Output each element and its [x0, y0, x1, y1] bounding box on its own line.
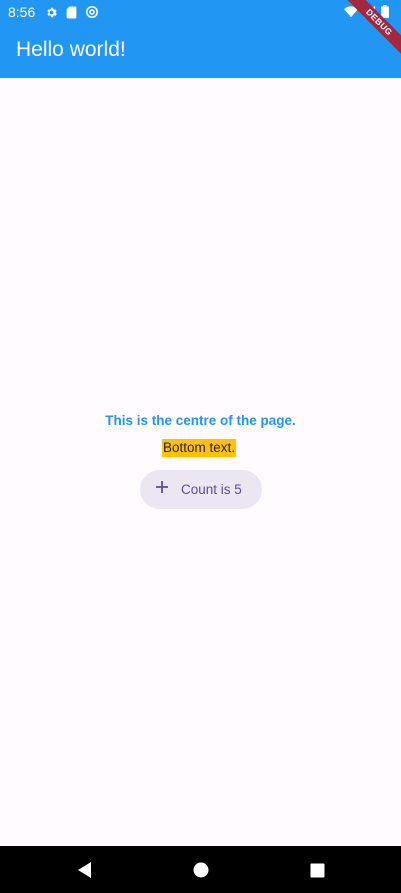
status-icons-left: [45, 5, 99, 24]
status-icons-right: [344, 5, 389, 23]
at-sign-icon: [85, 5, 99, 24]
page-title: Hello world!: [16, 38, 126, 61]
battery-icon: [381, 5, 389, 23]
main-content: This is the centre of the page. Bottom t…: [0, 78, 401, 846]
status-time: 8:56: [8, 4, 36, 20]
back-icon[interactable]: [74, 860, 94, 880]
center-text: This is the centre of the page.: [105, 413, 296, 428]
count-button[interactable]: Count is 5: [140, 470, 262, 509]
count-button-label: Count is 5: [181, 482, 242, 497]
gear-icon: [45, 6, 58, 24]
plus-icon: [155, 480, 169, 499]
app-bar: Hello world!: [0, 24, 401, 78]
recents-icon[interactable]: [307, 860, 327, 880]
status-bar: 8:56: [0, 0, 401, 24]
bottom-text: Bottom text.: [162, 439, 237, 457]
signal-icon: [363, 5, 375, 23]
wifi-icon: [344, 5, 358, 23]
sd-card-icon: [66, 6, 77, 24]
system-nav-bar: [0, 846, 401, 893]
home-icon[interactable]: [191, 860, 211, 880]
